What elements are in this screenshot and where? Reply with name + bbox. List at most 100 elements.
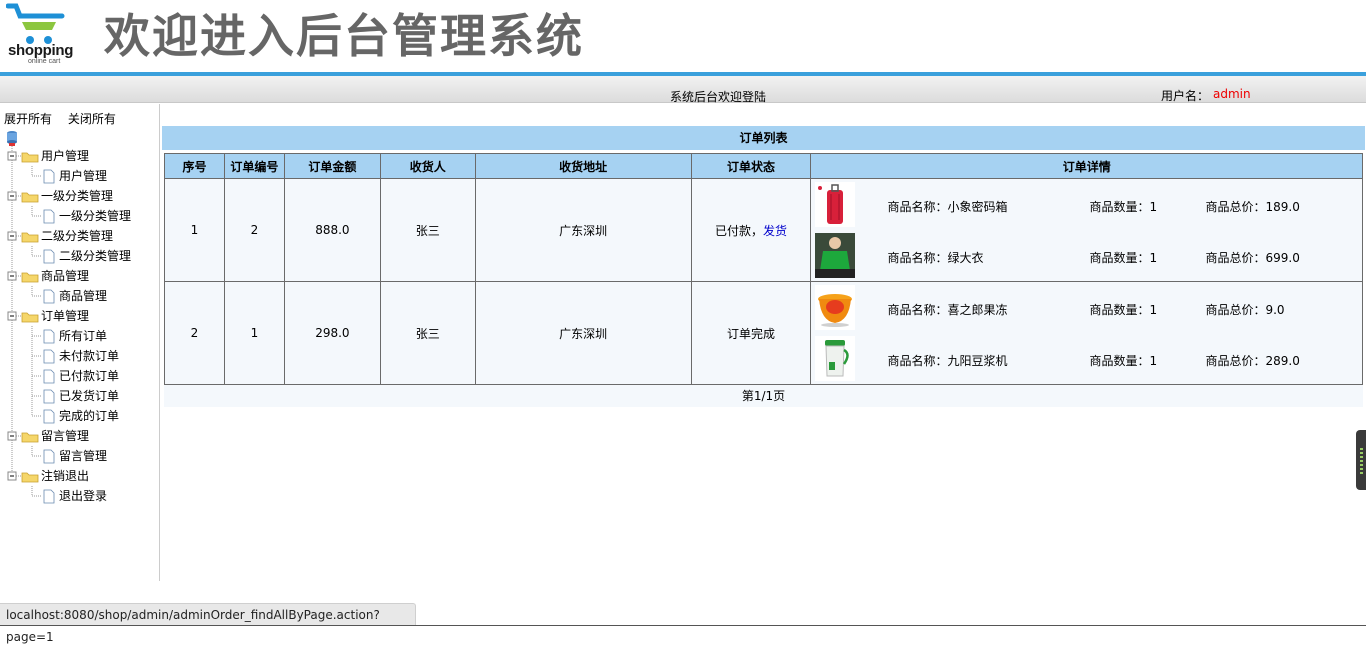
user-name: admin [1213,87,1251,101]
item-qty: 商品数量：1 [1089,200,1158,214]
order-item: 商品名称：绿大衣 商品数量：1 商品总价：699.0 [811,230,1362,281]
folder-open-icon[interactable] [4,266,44,286]
green-coat-icon[interactable] [815,233,856,278]
tree-item-label[interactable]: 未付款订单 [59,346,119,366]
item-name: 商品名称：小象密码箱 [887,200,1008,214]
page-icon [11,446,55,466]
tree-group-label[interactable]: 注销退出 [41,466,89,486]
tree-item-label[interactable]: 所有订单 [59,326,107,346]
red-suitcase-icon[interactable] [815,182,856,227]
page-icon [11,406,55,426]
page-icon [11,246,55,266]
item-total: 商品总价：189.0 [1205,200,1300,214]
tree-item-label[interactable]: 完成的订单 [59,406,119,426]
logo-word: shopping [8,42,74,59]
tree-group-label[interactable]: 用户管理 [41,146,89,166]
tree-item-label[interactable]: 退出登录 [59,486,107,506]
order-item: 商品名称：喜之郎果冻 商品数量：1 商品总价：9.0 [811,282,1362,333]
item-total: 商品总价：699.0 [1205,251,1300,265]
header: shopping online cart 欢迎进入后台管理系统 [0,0,1366,72]
col-receiver: 收货人 [379,153,476,179]
col-detail: 订单详情 [810,153,1363,179]
shopping-cart-logo: shopping online cart [5,2,78,68]
item-name: 商品名称：喜之郎果冻 [887,303,1008,317]
item-qty: 商品数量：1 [1089,354,1158,368]
page-icon [11,166,55,186]
cell-status: 订单完成 [690,281,812,385]
cell-address: 广东深圳 [474,281,692,385]
tree-group-label[interactable]: 订单管理 [41,306,89,326]
page-icon [11,326,55,346]
cell-detail: 商品名称：喜之郎果冻 商品数量：1 商品总价：9.0 商品名称：九阳豆浆机 商品… [810,281,1363,385]
item-qty: 商品数量：1 [1089,251,1158,265]
folder-open-icon[interactable] [4,306,44,326]
cell-address: 广东深圳 [474,178,692,282]
expand-all-link[interactable]: 展开所有 [4,112,52,126]
side-scroll-widget[interactable] [1356,430,1366,490]
page-icon [11,386,55,406]
tree-item-label[interactable]: 商品管理 [59,286,107,306]
tree-group-label[interactable]: 一级分类管理 [41,186,113,206]
folder-open-icon[interactable] [4,146,44,166]
col-seq: 序号 [164,153,225,179]
status-text: 已付款， [715,223,764,238]
item-qty: 商品数量：1 [1089,303,1158,317]
table-header-row: 序号 订单编号 订单金额 收货人 收货地址 订单状态 订单详情 [164,153,1363,179]
tree-group-label[interactable]: 二级分类管理 [41,226,113,246]
cell-seq: 2 [164,281,225,385]
col-order-no: 订单编号 [223,153,285,179]
tree-item-label[interactable]: 用户管理 [59,166,107,186]
folder-open-icon[interactable] [4,426,44,446]
cell-receiver: 张三 [379,178,476,282]
soymilk-maker-icon[interactable] [815,336,856,381]
tree-item-label[interactable]: 已发货订单 [59,386,119,406]
tree-group-label[interactable]: 商品管理 [41,266,89,286]
site-title: 欢迎进入后台管理系统 [104,9,584,63]
table-row: 2 1 298.0 张三 广东深圳 订单完成 商品名称：喜之郎果冻 商品数量：1… [164,281,1363,385]
welcome-text: 系统后台欢迎登陆 [670,90,767,104]
pagination: 第1/1页 [164,385,1363,407]
tree-item-label[interactable]: 一级分类管理 [59,206,131,226]
col-amount: 订单金额 [283,153,381,179]
page-icon [11,346,55,366]
page-icon [11,286,55,306]
sidebar-tree: 展开所有 关闭所有 用户管理 用户管理 一级分类管理 一级分类管理 二级分类管理 二级分类… [0,104,160,581]
folder-open-icon[interactable] [4,226,44,246]
browser-status-bar: localhost:8080/shop/admin/adminOrder_fin… [0,603,416,644]
cell-status: 已付款，发货 [690,178,812,282]
item-name: 商品名称：绿大衣 [887,251,984,265]
col-address: 收货地址 [474,153,692,179]
collapse-all-link[interactable]: 关闭所有 [68,112,116,126]
welcome-bar: 系统后台欢迎登陆 用户名： admin [0,76,1366,104]
cell-amount: 298.0 [283,281,381,385]
col-status: 订单状态 [690,153,812,179]
order-item: 商品名称：九阳豆浆机 商品数量：1 商品总价：289.0 [811,333,1362,384]
item-total: 商品总价：289.0 [1205,354,1300,368]
table-row: 1 2 888.0 张三 广东深圳 已付款，发货 商品名称：小象密码箱 商品数量… [164,178,1363,282]
cell-detail: 商品名称：小象密码箱 商品数量：1 商品总价：189.0 商品名称：绿大衣 商品… [810,178,1363,282]
tree-item-label[interactable]: 已付款订单 [59,366,119,386]
main-content: 订单列表 序号 订单编号 订单金额 收货人 收货地址 订单状态 订单详情 1 2… [161,104,1366,581]
ship-order-link[interactable]: 发货 [763,224,787,238]
tree-group-label[interactable]: 留言管理 [41,426,89,446]
page-icon [11,366,55,386]
status-text: 订单完成 [727,326,776,341]
cell-order-no: 2 [223,178,285,282]
order-table: 序号 订单编号 订单金额 收货人 收货地址 订单状态 订单详情 1 2 888.… [164,153,1363,385]
folder-open-icon[interactable] [4,466,44,486]
item-total: 商品总价：9.0 [1205,303,1285,317]
cell-order-no: 1 [223,281,285,385]
cell-receiver: 张三 [379,281,476,385]
tree-controls: 展开所有 关闭所有 [4,110,128,127]
page-icon [31,486,55,504]
order-list-title: 订单列表 [162,126,1365,150]
item-name: 商品名称：九阳豆浆机 [887,354,1008,368]
cell-amount: 888.0 [283,178,381,282]
cell-seq: 1 [164,178,225,282]
page-icon [11,206,55,226]
tree-item-label[interactable]: 留言管理 [59,446,107,466]
jelly-icon[interactable] [815,285,856,330]
folder-open-icon[interactable] [4,186,44,206]
logo-subtitle: online cart [28,58,61,65]
tree-item-label[interactable]: 二级分类管理 [59,246,131,266]
